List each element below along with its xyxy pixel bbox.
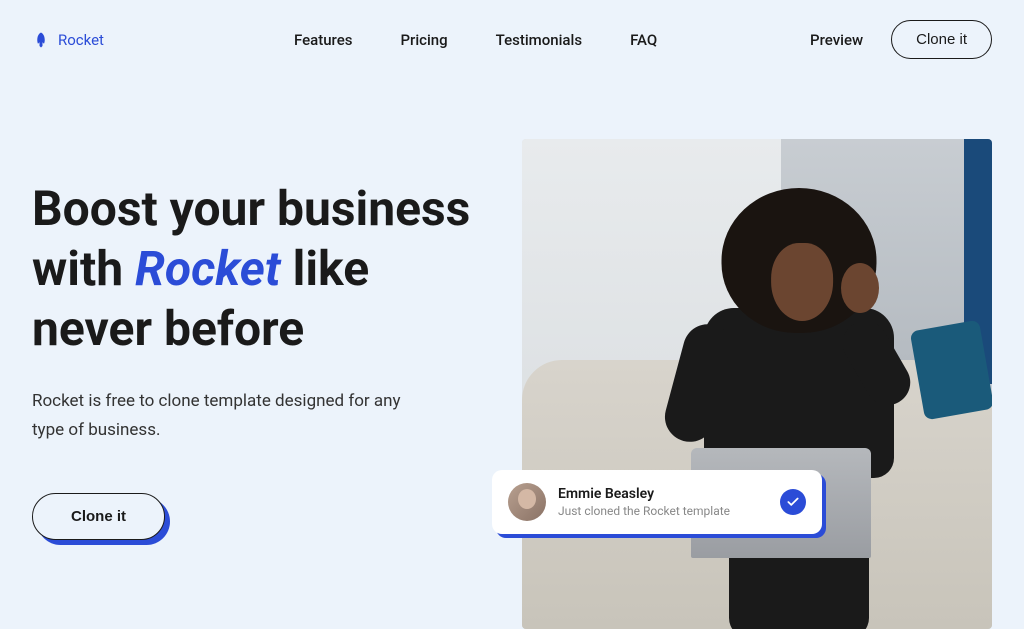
notification-card: Emmie Beasley Just cloned the Rocket tem… [492, 470, 822, 534]
avatar [508, 483, 546, 521]
notification-desc: Just cloned the Rocket template [558, 504, 768, 518]
clone-button-nav[interactable]: Clone it [891, 20, 992, 59]
clone-button-hero[interactable]: Clone it [32, 493, 165, 540]
hero-image [522, 139, 992, 629]
hero-title-highlight: Rocket [135, 240, 281, 297]
hero-image-wrapper: Emmie Beasley Just cloned the Rocket tem… [522, 139, 992, 629]
hero-title: Boost your business with Rocket like nev… [32, 179, 482, 359]
nav-link-pricing[interactable]: Pricing [400, 31, 447, 49]
hero-image-illustration [522, 139, 992, 629]
nav-right-group: Preview Clone it [810, 20, 992, 59]
hero-content: Boost your business with Rocket like nev… [32, 139, 482, 629]
notification-text: Emmie Beasley Just cloned the Rocket tem… [558, 486, 768, 518]
brand-logo[interactable]: Rocket [32, 31, 104, 49]
nav-link-testimonials[interactable]: Testimonials [496, 31, 582, 49]
brand-name: Rocket [58, 31, 104, 49]
nav-link-features[interactable]: Features [294, 31, 352, 49]
hero-section: Boost your business with Rocket like nev… [0, 79, 1024, 629]
top-navigation: Rocket Features Pricing Testimonials FAQ… [0, 0, 1024, 79]
hero-subtitle: Rocket is free to clone template designe… [32, 387, 412, 445]
check-icon [780, 489, 806, 515]
rocket-icon [32, 31, 50, 49]
preview-link[interactable]: Preview [810, 31, 863, 49]
hero-cta-wrapper: Clone it [32, 493, 165, 540]
notification-name: Emmie Beasley [558, 486, 768, 502]
nav-link-faq[interactable]: FAQ [630, 31, 657, 49]
nav-links-group: Features Pricing Testimonials FAQ [294, 31, 657, 49]
